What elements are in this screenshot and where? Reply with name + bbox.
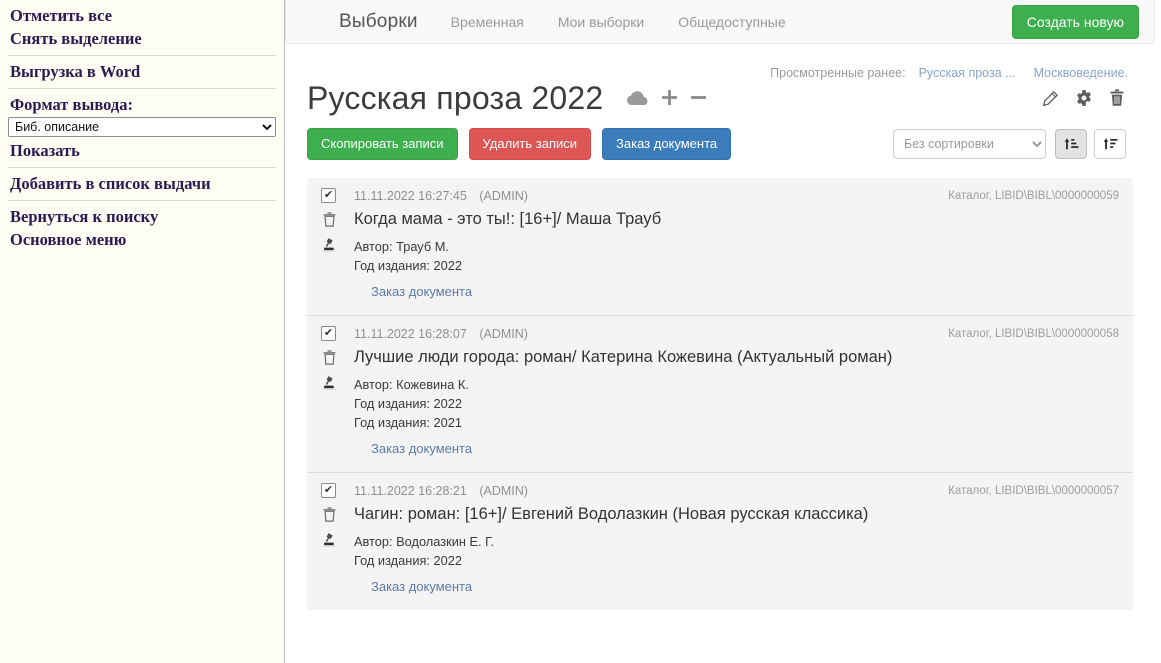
record-order-document-link[interactable]: Заказ документа [371,284,472,299]
main-content: Выборки Временная Мои выборки Общедоступ… [285,0,1161,663]
record-field: Год издания: 2021 [354,415,462,430]
output-format-select[interactable]: Биб. описание [8,117,276,137]
record-title[interactable]: Лучшие люди города: роман/ Катерина Коже… [354,346,892,368]
trash-icon[interactable] [321,506,337,522]
table-row: ✔ 11.11.2022 16:27:45 (ADMIN) Каталог, L… [307,178,1133,316]
record-meta: 11.11.2022 16:28:07 (ADMIN) [354,327,528,341]
create-new-button[interactable]: Создать новую [1011,4,1139,39]
deselect-all-link[interactable]: Снять выделение [8,27,276,50]
record-checkbox[interactable]: ✔ [321,326,336,341]
holdings-pin-icon[interactable] [321,375,337,390]
record-fields: Автор: Кожевина К. Год издания: 2022 Год… [354,375,469,432]
record-checkbox[interactable]: ✔ [321,483,336,498]
record-user: (ADMIN) [479,326,528,341]
table-row: ✔ 11.11.2022 16:28:21 (ADMIN) Каталог, L… [307,473,1133,610]
app-root: Отметить все Снять выделение Выгрузка в … [0,0,1161,663]
header-actions [1042,89,1125,107]
record-field: Автор: Кожевина К. [354,377,469,392]
record-title-row: Когда мама - это ты!: [16+]/ Маша Трауб [321,208,1119,230]
record-body-row: Автор: Трауб М. Год издания: 2022 [321,237,1119,275]
record-timestamp: 11.11.2022 16:27:45 [354,188,467,203]
record-fields: Автор: Водолазкин Е. Г. Год издания: 202… [354,532,494,570]
record-order-document-link[interactable]: Заказ документа [371,441,472,456]
record-timestamp: 11.11.2022 16:28:07 [354,326,467,341]
navbar-links: Временная Мои выборки Общедоступные [434,14,803,30]
action-toolbar: Скопировать записи Удалить записи Заказ … [305,118,1141,160]
sidebar-group-issue-list: Добавить в список выдачи [8,168,276,201]
back-to-search-link[interactable]: Вернуться к поиску [8,205,276,228]
title-icon-group [627,89,708,108]
record-user: (ADMIN) [479,188,528,203]
record-field: Год издания: 2022 [354,396,462,411]
trash-icon[interactable] [1109,89,1125,107]
plus-icon[interactable] [660,89,679,108]
table-row: ✔ 11.11.2022 16:28:07 (ADMIN) Каталог, L… [307,316,1133,473]
select-all-link[interactable]: Отметить все [8,4,276,27]
record-meta: 11.11.2022 16:28:21 (ADMIN) [354,484,528,498]
holdings-pin-icon[interactable] [321,237,337,252]
viewed-earlier-link-2[interactable]: Москвоведение. [1029,66,1133,80]
record-catalog-id: Каталог, LIBID\BIBL\0000000057 [948,484,1119,497]
record-title[interactable]: Чагин: роман: [16+]/ Евгений Водолазкин … [354,503,868,525]
nav-link-my-selections[interactable]: Мои выборки [541,14,661,30]
viewed-earlier-label: Просмотренные ранее: [770,66,906,80]
pencil-icon[interactable] [1042,90,1059,107]
page-header: Русская проза 2022 [305,76,1141,118]
record-header: ✔ 11.11.2022 16:28:21 (ADMIN) Каталог, L… [321,483,1119,498]
delete-records-button[interactable]: Удалить записи [468,128,592,160]
sidebar-group-selection: Отметить все Снять выделение [8,0,276,56]
gear-icon[interactable] [1076,90,1092,106]
export-word-link[interactable]: Выгрузка в Word [8,60,276,83]
page-title: Русская проза 2022 [307,80,604,116]
record-body-row: Автор: Кожевина К. Год издания: 2022 Год… [321,375,1119,432]
sidebar-group-format: Формат вывода: Биб. описание Показать [8,89,276,168]
record-header: ✔ 11.11.2022 16:27:45 (ADMIN) Каталог, L… [321,188,1119,203]
record-catalog-id: Каталог, LIBID\BIBL\0000000059 [948,189,1119,202]
record-fields: Автор: Трауб М. Год издания: 2022 [354,237,462,275]
copy-records-button[interactable]: Скопировать записи [307,128,458,160]
sidebar: Отметить все Снять выделение Выгрузка в … [0,0,285,663]
sort-descending-button[interactable] [1094,129,1126,159]
add-to-issue-list-link[interactable]: Добавить в список выдачи [8,172,276,195]
cloud-icon[interactable] [627,90,650,106]
record-field: Год издания: 2022 [354,553,462,568]
record-field: Автор: Водолазкин Е. Г. [354,534,495,549]
record-body-row: Автор: Водолазкин Е. Г. Год издания: 202… [321,532,1119,570]
record-meta: 11.11.2022 16:27:45 (ADMIN) [354,189,528,203]
sort-select[interactable]: Без сортировки [893,129,1046,159]
record-field: Автор: Трауб М. [354,239,449,254]
record-title[interactable]: Когда мама - это ты!: [16+]/ Маша Трауб [354,208,661,230]
sidebar-group-export: Выгрузка в Word [8,56,276,89]
record-timestamp: 11.11.2022 16:28:21 [354,483,467,498]
record-field: Год издания: 2022 [354,258,462,273]
order-document-button[interactable]: Заказ документа [602,128,732,160]
nav-link-public[interactable]: Общедоступные [661,14,802,30]
viewed-earlier-link-1[interactable]: Русская проза ... [914,66,1021,80]
record-checkbox[interactable]: ✔ [321,188,336,203]
record-user: (ADMIN) [479,483,528,498]
show-link[interactable]: Показать [8,139,276,162]
record-title-row: Чагин: роман: [16+]/ Евгений Водолазкин … [321,503,1119,525]
record-list: ✔ 11.11.2022 16:27:45 (ADMIN) Каталог, L… [307,178,1133,610]
minus-icon[interactable] [689,89,708,108]
content-area: Просмотренные ранее: Русская проза ... М… [285,44,1161,610]
output-format-label: Формат вывода: [10,95,133,114]
top-navbar: Выборки Временная Мои выборки Общедоступ… [285,0,1155,44]
record-order-document-link[interactable]: Заказ документа [371,579,472,594]
holdings-pin-icon[interactable] [321,532,337,547]
record-header: ✔ 11.11.2022 16:28:07 (ADMIN) Каталог, L… [321,326,1119,341]
sort-ascending-button[interactable] [1055,129,1087,159]
trash-icon[interactable] [321,211,337,227]
sidebar-group-navigation: Вернуться к поиску Основное меню [8,201,276,256]
viewed-earlier-bar: Просмотренные ранее: Русская проза ... М… [305,44,1141,80]
trash-icon[interactable] [321,349,337,365]
main-menu-link[interactable]: Основное меню [8,228,276,251]
record-catalog-id: Каталог, LIBID\BIBL\0000000058 [948,327,1119,340]
record-title-row: Лучшие люди города: роман/ Катерина Коже… [321,346,1119,368]
navbar-brand[interactable]: Выборки [301,11,434,33]
nav-link-temporary[interactable]: Временная [434,14,541,30]
